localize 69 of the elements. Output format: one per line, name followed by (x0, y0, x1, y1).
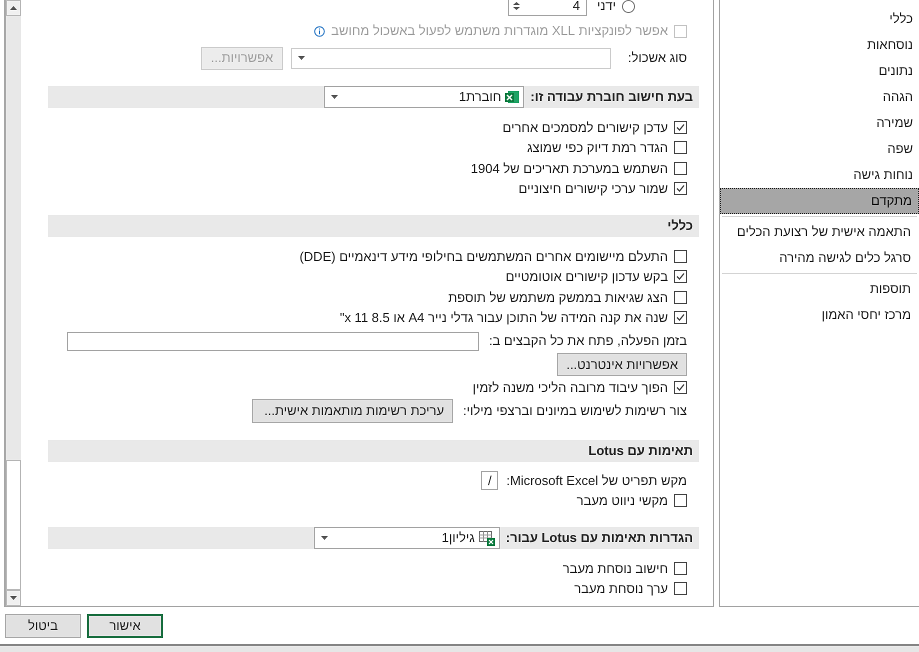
nav-item[interactable]: נתונים (720, 58, 919, 84)
checkbox[interactable] (674, 290, 687, 304)
dropdown-value: חוברת1 (458, 88, 502, 106)
checkbox[interactable] (674, 494, 687, 508)
dropdown-arrow-icon (331, 95, 338, 99)
checkbox[interactable] (674, 380, 687, 394)
checkbox[interactable] (674, 311, 687, 324)
checkbox-label: הגדר רמת דיוק כפי שמוצג (527, 139, 668, 157)
checkbox[interactable] (674, 162, 687, 175)
scroll-up-icon[interactable] (10, 6, 17, 10)
dropdown-arrow-icon (298, 56, 305, 60)
scroll-down-icon[interactable] (10, 596, 17, 600)
checkbox-label: הפוך עיבוד מרובה הליכי משנה לזמין (472, 378, 668, 396)
field-label: צור רשימות לשימוש במיונים וברצפי מילוי: (463, 402, 687, 420)
nav-item[interactable]: שפה (720, 136, 919, 162)
checkbox[interactable] (674, 141, 687, 154)
dropdown[interactable]: חוברת1 (324, 86, 524, 108)
checkbox-label: חישוב נוסחת מעבר (562, 560, 668, 578)
checkbox[interactable] (674, 562, 687, 575)
nav-item[interactable]: כללי (720, 6, 919, 32)
checkbox-label: שנה את קנה המידה של התוכן עבור גדלי נייר A4 או 8.5 x 11" (340, 309, 668, 327)
input-field[interactable]: / (481, 471, 498, 490)
section-title: תאימות עם Lotus (588, 442, 693, 460)
nav-item[interactable]: סרגל כלים לגישה מהירה (722, 245, 917, 271)
checkbox-label: ערך נוסחת מעבר (574, 580, 668, 598)
input-field[interactable] (66, 332, 479, 350)
checkbox-label: מקשי ניווט מעבר (576, 492, 668, 510)
checkbox-label: השתמש במערכת תאריכים של 1904 (470, 160, 668, 178)
nav-item[interactable]: נוסחאות (720, 32, 919, 58)
dialog-button[interactable]: אישור (87, 614, 163, 638)
field-label: מקש תפריט של Microsoft Excel: (506, 472, 687, 490)
checkbox[interactable] (674, 270, 687, 284)
info-icon (314, 26, 326, 36)
checkbox[interactable] (674, 120, 687, 134)
dropdown-value: גיליון1 (442, 529, 475, 548)
checkbox[interactable] (674, 582, 687, 596)
section-title: הגדרות תאימות עם Lotus עבור: (506, 529, 693, 548)
nav-item[interactable]: מתקדם (720, 188, 919, 214)
checkbox-label: שמור ערכי קישורים חיצוניים (518, 180, 668, 198)
spin-value: 4 (572, 0, 580, 16)
spin-field[interactable]: 4 (508, 0, 587, 16)
checkbox-label: עדכן קישורים למסמכים אחרים (502, 118, 668, 136)
checkbox-label: הצג שגיאות בממשק משתמש של תוספת (448, 288, 668, 306)
nav-item[interactable]: שמירה (720, 110, 919, 136)
checkbox-label: בקש עדכון קישורים אוטומטיים (506, 268, 668, 286)
checkbox-label: התעלם מיישומים אחרים המשתמשים בחילופי מידע דינאמיים (DDE) (299, 248, 668, 266)
radio-label: ידני (596, 0, 616, 16)
radio-button[interactable] (622, 0, 635, 12)
cluster-type-label: סוג אשכול: (626, 49, 687, 68)
dialog-button[interactable]: ביטול (5, 614, 81, 638)
nav-item[interactable]: מרכז יחסי האמון (722, 302, 917, 328)
nav-item[interactable]: הגהה (720, 84, 919, 110)
checkbox-label: אפשר לפונקציות XLL מוגדרות משתמש לפעול באשכול מחושב (331, 22, 668, 40)
nav-item[interactable]: תוספות (722, 276, 917, 302)
workbook-icon (505, 90, 520, 104)
nav-item[interactable]: נוחות גישה (720, 162, 919, 188)
options-button[interactable]: אפשרויות אינטרנט... (557, 353, 687, 376)
worksheet-icon (478, 530, 495, 546)
field-label: בזמן הפעלה, פתח את כל הקבצים ב: (488, 332, 687, 350)
scroll-thumb[interactable] (6, 460, 21, 590)
dropdown[interactable]: גיליון1 (314, 527, 500, 549)
checkbox[interactable] (674, 182, 687, 196)
checkbox[interactable] (674, 250, 687, 263)
section-title: כללי (667, 217, 693, 236)
spin-arrows-icon (512, 2, 520, 10)
section-title: בעת חישוב חוברת עבודה זו: (530, 88, 693, 106)
dropdown-arrow-icon (320, 536, 328, 540)
edit-lists-button[interactable]: עריכת רשימות מותאמות אישית... (252, 398, 454, 422)
nav-item[interactable]: התאמה אישית של רצועת הכלים (722, 219, 917, 245)
